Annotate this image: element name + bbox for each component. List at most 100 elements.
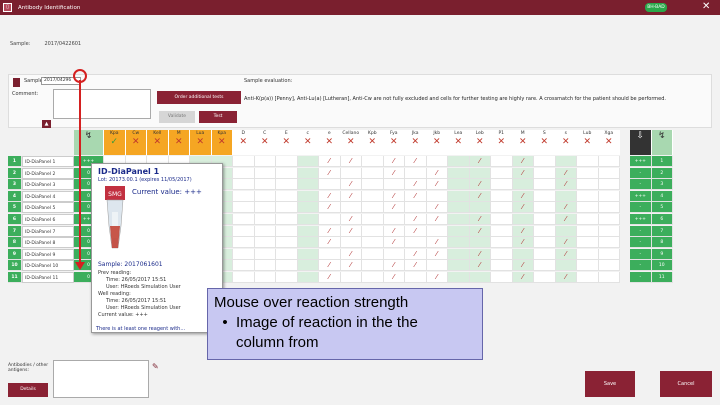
antigen-cell [598,202,620,214]
antigen-cell [276,190,298,202]
antigen-cell [297,260,319,272]
row-number: 3 [8,179,22,191]
header-cell[interactable]: P1 ✕ [491,130,513,155]
antigen-positive-mark: ⁄ [319,167,341,179]
antigen-cell [254,214,276,225]
antigen-cell [362,248,384,260]
comment-scroll-button[interactable]: ▲ [42,120,51,128]
row-name[interactable]: ID-DiaPanel 11 [22,272,74,283]
antigen-cell [340,202,362,214]
header-cell[interactable]: Jka ✕ [405,130,427,155]
row-name[interactable]: ID-DiaPanel 9 [22,248,74,260]
antigen-cell [233,179,255,191]
popup-line: Prev reading: [98,270,132,276]
header-cell[interactable]: Cellano ✕ [340,130,362,155]
header-cell[interactable]: s ✕ [555,130,577,155]
slash-icon: ⁄ [414,249,416,258]
antigen-cell [598,260,620,272]
header-cell[interactable]: c ✕ [297,130,319,155]
antigen-positive-mark: ⁄ [405,214,427,225]
antigen-cell [362,214,384,225]
edit-icon[interactable]: ✎ [152,362,159,371]
slash-icon: ⁄ [436,168,438,177]
header-cell[interactable]: Jkb ✕ [426,130,448,155]
row-name[interactable]: ID-DiaPanel 8 [22,237,74,249]
antigen-positive-mark: ⁄ [319,260,341,272]
slash-icon: ⁄ [522,203,524,212]
slash-icon: ⁄ [479,249,481,258]
header-cell[interactable]: Leb ✕ [469,130,491,155]
header-cell[interactable]: S ✕ [534,130,556,155]
x-icon: ✕ [454,137,463,147]
antigen-cell [233,272,255,283]
row-name[interactable]: ID-DiaPanel 3 [22,179,74,191]
order-additional-tests-button[interactable]: Order additional tests [157,91,241,104]
header-cell[interactable]: M ✕ [512,130,534,155]
save-button[interactable]: Save [585,371,635,397]
row-name[interactable]: ID-DiaPanel 10 [22,260,74,272]
antigen-positive-mark: ⁄ [340,179,362,191]
antibodies-input[interactable] [53,360,149,398]
row-number: 11 [8,272,22,283]
row-name[interactable]: ID-DiaPanel 2 [22,167,74,179]
antigen-cell [491,190,513,202]
antigen-cell [577,202,599,214]
slash-icon: ⁄ [565,273,567,281]
row-name[interactable]: ID-DiaPanel 7 [22,225,74,237]
antigen-positive-mark: ⁄ [426,272,448,283]
antigen-cell [555,225,577,237]
x-icon: ✕ [411,137,420,147]
slash-icon: ⁄ [393,203,395,212]
header-cell[interactable]: Lua ✕ [190,130,212,155]
header-cell[interactable]: Kpa ✓ [104,130,126,155]
slash-icon: ⁄ [522,191,524,200]
row-end-number: 10 [651,260,673,272]
antigen-cell [297,156,319,167]
validate-button[interactable]: Validate [159,111,195,123]
row-name[interactable]: ID-DiaPanel 5 [22,202,74,214]
test-button[interactable]: Test [199,111,237,123]
header-cell[interactable]: e ✕ [319,130,341,155]
header-cell[interactable]: Xga ✕ [598,130,620,155]
x-icon: ✕ [153,137,162,147]
antigen-positive-mark: ⁄ [426,179,448,191]
slash-icon: ⁄ [328,261,330,270]
header-cell[interactable]: Cw ✕ [125,130,147,155]
cancel-button[interactable]: Cancel [660,371,712,397]
header-cell[interactable]: Fya ✕ [383,130,405,155]
antigen-positive-mark: ⁄ [469,190,491,202]
close-icon[interactable]: ✕ [702,1,710,12]
slash-icon: ⁄ [393,157,395,165]
tail-result-cell: +++ [630,214,652,225]
antigen-cell [426,190,448,202]
x-icon: ✕ [217,137,226,147]
row-name[interactable]: ID-DiaPanel 1 [22,156,74,167]
header-cell[interactable]: C ✕ [254,130,276,155]
antigen-cell [340,167,362,179]
row-name[interactable]: ID-DiaPanel 6 [22,214,74,225]
header-cell[interactable]: Kell ✕ [147,130,169,155]
header-cell[interactable]: Lea ✕ [448,130,470,155]
antigen-positive-mark: ⁄ [512,237,534,249]
antigen-cell [598,190,620,202]
details-button[interactable]: Details [8,383,48,397]
x-icon: ✕ [389,137,398,147]
header-cell[interactable]: D ✕ [233,130,255,155]
row-name[interactable]: ID-DiaPanel 4 [22,190,74,202]
slash-icon: ⁄ [565,238,567,247]
header-cell[interactable]: Lub ✕ [577,130,599,155]
header-cell[interactable]: Kpb ✕ [362,130,384,155]
antigen-positive-mark: ⁄ [469,225,491,237]
callout-bullet-text-2: column from [236,334,319,351]
header-cell[interactable]: E ✕ [276,130,298,155]
antigen-cell [254,156,276,167]
antigen-positive-mark: ⁄ [555,272,577,283]
header-cell[interactable]: ↯ [651,130,673,155]
tail-result-cell: - [630,225,652,237]
antigen-cell [254,237,276,249]
slash-icon: ⁄ [393,191,395,200]
comment-input[interactable] [53,89,151,119]
header-cell[interactable]: Kpa ✕ [211,130,233,155]
header-cell[interactable]: M ✕ [168,130,190,155]
header-cell[interactable]: ⇩ [630,130,652,155]
